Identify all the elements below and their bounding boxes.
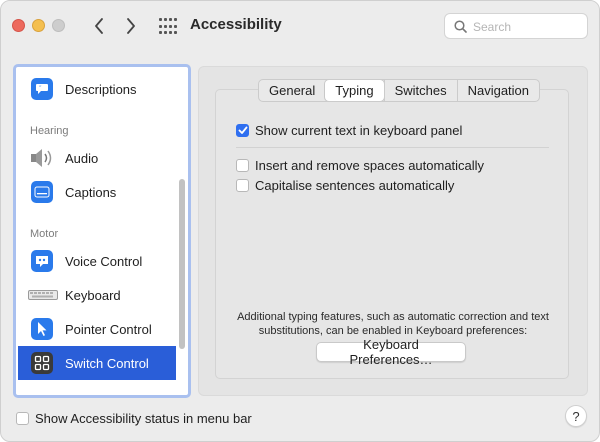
option-insert-remove-spaces[interactable]: Insert and remove spaces automatically [236, 157, 484, 173]
switch-control-icon [30, 351, 54, 375]
help-button[interactable]: ? [565, 405, 587, 427]
checkbox-checked[interactable] [236, 123, 249, 137]
tab-bar: General Typing Switches Navigation [258, 79, 541, 102]
tab-general[interactable]: General [259, 80, 325, 101]
tab-switches[interactable]: Switches [383, 80, 457, 101]
sidebar-item-label: Pointer Control [65, 321, 152, 337]
svg-text:”: ” [39, 86, 42, 92]
sidebar-item-descriptions[interactable]: ” Descriptions [18, 72, 176, 106]
option-label: Show current text in keyboard panel [255, 122, 463, 138]
pointer-icon [30, 317, 54, 341]
zoom-button[interactable] [52, 19, 65, 32]
checkmark-icon [238, 126, 247, 134]
option-show-current-text[interactable]: Show current text in keyboard panel [236, 122, 462, 138]
sidebar-item-keyboard[interactable]: Keyboard [18, 278, 176, 312]
voice-control-icon [30, 249, 54, 273]
info-text: Additional typing features, such as auto… [237, 311, 549, 337]
minimize-button[interactable] [32, 19, 45, 32]
sidebar-scrollbar[interactable] [179, 179, 185, 349]
forward-button[interactable] [120, 14, 142, 38]
search-input[interactable] [471, 17, 585, 37]
option-capitalise-sentences[interactable]: Capitalise sentences automatically [236, 177, 454, 193]
checkbox[interactable] [16, 411, 29, 425]
show-all-grid-icon[interactable] [159, 18, 177, 36]
window-title: Accessibility [190, 16, 282, 33]
sidebar-item-label: Descriptions [65, 81, 137, 97]
status-menu-bar-option[interactable]: Show Accessibility status in menu bar [16, 410, 252, 426]
preferences-window: Accessibility ” Descriptions Hearing Aud… [0, 0, 600, 442]
keyboard-preferences-button[interactable]: Keyboard Preferences… [316, 337, 466, 367]
sidebar-item-label: Voice Control [65, 253, 143, 269]
sidebar-section-motor: Motor [30, 228, 59, 240]
option-label: Capitalise sentences automatically [255, 177, 455, 193]
typing-pane: Show current text in keyboard panel Inse… [215, 89, 569, 379]
sidebar-item-label: Audio [65, 150, 99, 166]
chevron-left-icon [95, 18, 103, 34]
keyboard-icon [28, 283, 58, 307]
sidebar-item-label: Captions [65, 184, 117, 200]
separator [236, 147, 549, 148]
speech-bubble-icon: ” [30, 77, 54, 101]
captions-icon [30, 180, 54, 204]
sidebar-item-audio[interactable]: Audio [18, 141, 176, 175]
sidebar-item-voice-control[interactable]: Voice Control [18, 244, 176, 278]
back-button[interactable] [88, 14, 110, 38]
sidebar: ” Descriptions Hearing Audio Captions Mo… [13, 64, 191, 398]
close-button[interactable] [12, 19, 25, 32]
sidebar-item-pointer-control[interactable]: Pointer Control [18, 312, 176, 346]
speaker-icon [30, 146, 54, 170]
sidebar-item-switch-control[interactable]: Switch Control [18, 346, 176, 380]
tab-navigation[interactable]: Navigation [456, 80, 539, 101]
option-label: Show Accessibility status in menu bar [35, 410, 252, 426]
tab-typing[interactable]: Typing [325, 80, 384, 101]
chevron-right-icon [127, 18, 135, 34]
sidebar-item-label: Switch Control [65, 355, 149, 371]
checkbox[interactable] [236, 158, 249, 172]
search-field[interactable] [444, 13, 588, 39]
option-label: Insert and remove spaces automatically [255, 157, 485, 173]
title-bar: Accessibility [1, 1, 599, 53]
sidebar-section-hearing: Hearing [30, 125, 69, 137]
sidebar-item-label: Keyboard [65, 287, 121, 303]
search-icon [454, 20, 467, 33]
checkbox[interactable] [236, 178, 249, 192]
sidebar-item-captions[interactable]: Captions [18, 175, 176, 209]
content-panel: Show current text in keyboard panel Inse… [198, 66, 588, 396]
